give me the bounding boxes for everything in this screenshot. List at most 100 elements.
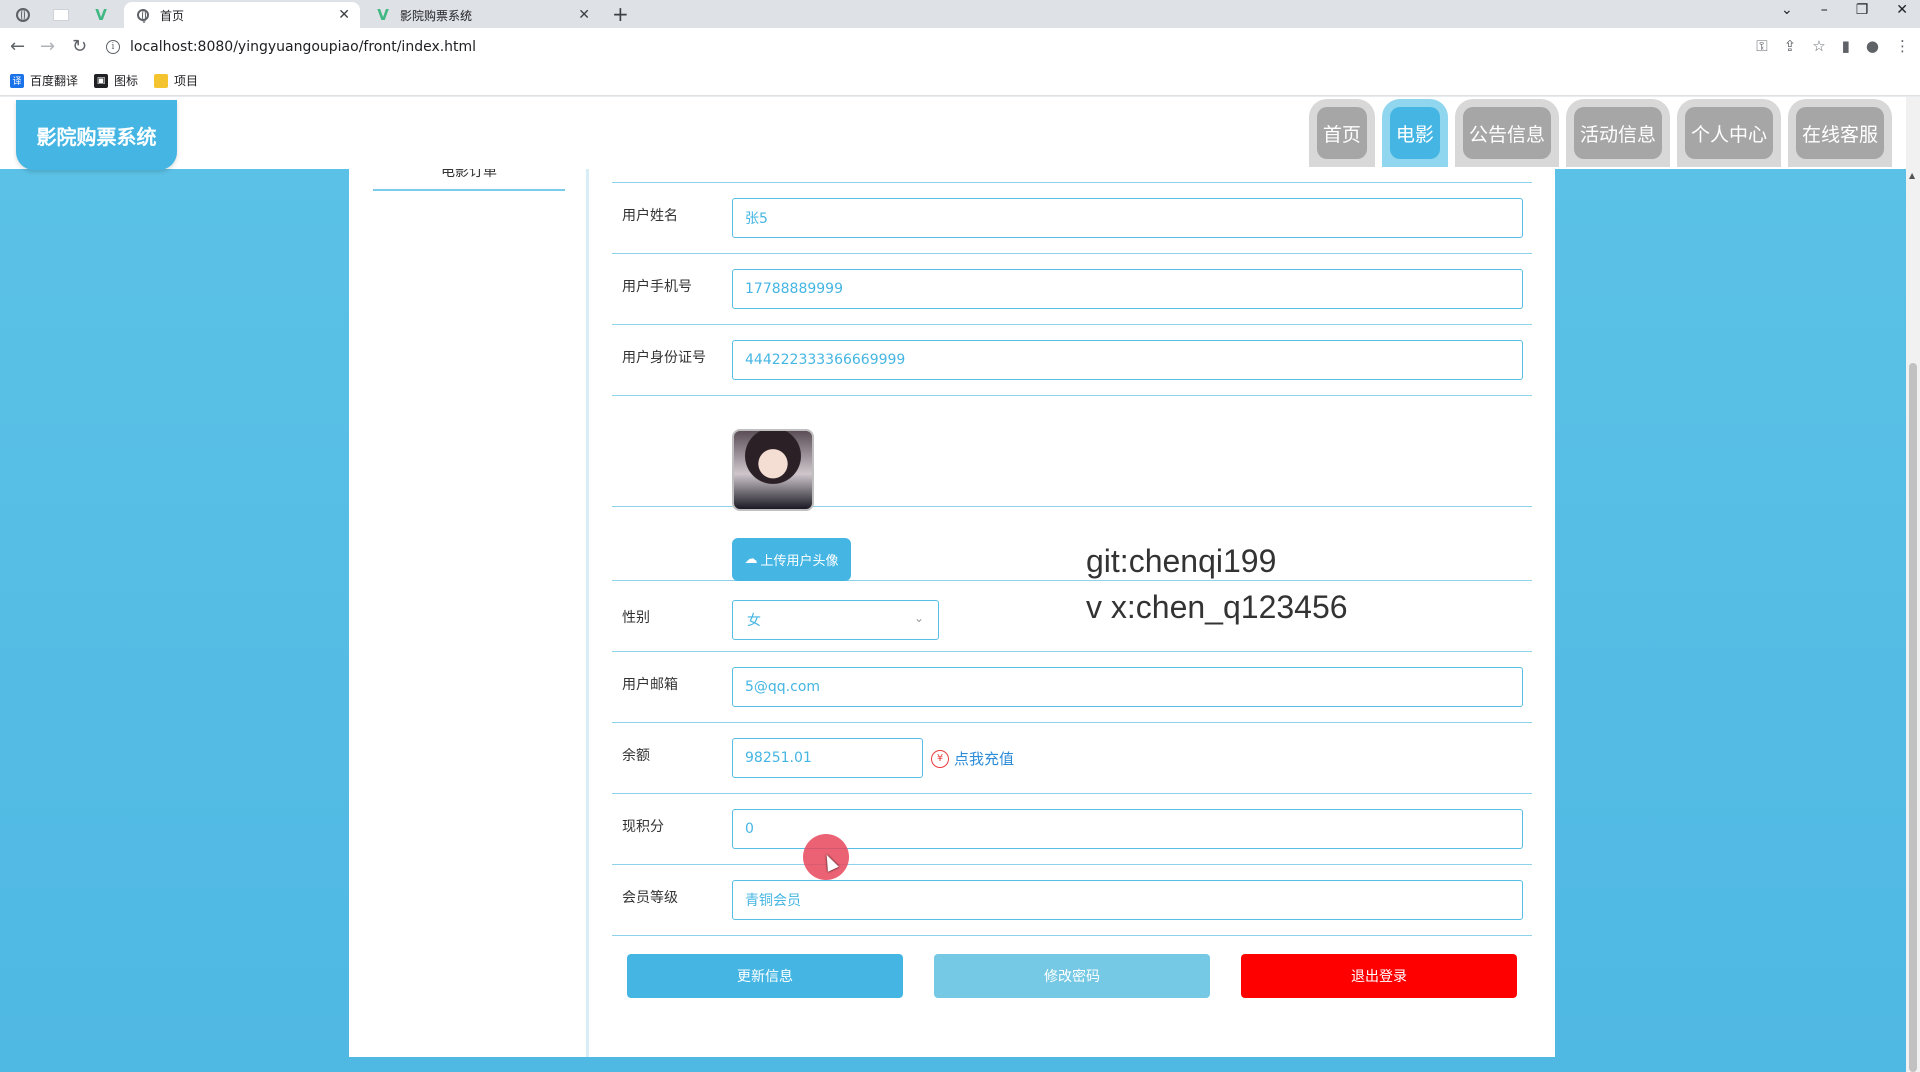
upload-avatar-button[interactable]: ☁ 上传用户头像 <box>732 538 851 581</box>
phone-field[interactable]: 17788889999 <box>732 269 1523 309</box>
idcard-label: 用户身份证号 <box>622 350 706 366</box>
site-logo[interactable]: 影院购票系统 <box>16 100 177 170</box>
reload-icon[interactable]: ↻ <box>72 36 87 57</box>
logout-button[interactable]: 退出登录 <box>1241 954 1517 998</box>
scroll-up-icon[interactable]: ▲ <box>1909 171 1915 180</box>
address-bar[interactable]: i localhost:8080/yingyuangoupiao/front/i… <box>106 33 1706 61</box>
phone-label: 用户手机号 <box>622 279 692 295</box>
restore-icon[interactable]: ❐ <box>1856 2 1869 18</box>
upload-label: 上传用户头像 <box>760 554 839 569</box>
new-tab-button[interactable]: + <box>612 2 629 26</box>
key-icon[interactable]: ⚿ <box>1756 37 1767 55</box>
profile-icon[interactable]: ● <box>1866 37 1879 55</box>
tab-search-icon[interactable]: ⌄ <box>1781 2 1793 18</box>
nav-home[interactable]: 首页 <box>1308 99 1375 167</box>
nav-online-service[interactable]: 在线客服 <box>1787 99 1892 167</box>
pinned-tab-vue[interactable]: V <box>88 4 114 26</box>
name-label: 用户姓名 <box>622 208 678 224</box>
bookmarks-bar: 译 百度翻译 ▣ 图标 项目 <box>0 66 1920 96</box>
globe-icon <box>136 8 150 23</box>
side-menu: 电影订单 <box>349 164 589 1057</box>
url-text: localhost:8080/yingyuangoupiao/front/ind… <box>130 39 477 55</box>
recharge-label: 点我充值 <box>954 750 1015 768</box>
star-icon[interactable]: ☆ <box>1812 37 1825 55</box>
watermark-line-1: git:chenqi199 <box>1086 543 1277 579</box>
pinned-tab-globe[interactable] <box>10 4 36 26</box>
watermark-text: git:chenqi199 v x:chen_q123456 <box>1086 538 1348 630</box>
close-tab-icon[interactable]: ✕ <box>338 7 350 23</box>
bookmark-label: 百度翻译 <box>30 74 79 88</box>
nav-label: 活动信息 <box>1573 107 1662 159</box>
nav-activities[interactable]: 活动信息 <box>1565 99 1670 167</box>
nav-label: 电影 <box>1389 107 1440 159</box>
change-password-button[interactable]: 修改密码 <box>934 954 1210 998</box>
nav-announcements[interactable]: 公告信息 <box>1454 99 1559 167</box>
info-icon[interactable]: i <box>106 40 120 54</box>
menu-icon[interactable]: ⋮ <box>1895 37 1910 55</box>
browser-toolbar: ← → ↻ i localhost:8080/yingyuangoupiao/f… <box>0 28 1920 66</box>
blank-page-icon <box>53 9 69 21</box>
side-panel-icon[interactable]: ▮ <box>1842 37 1850 55</box>
bookmark-project[interactable]: 项目 <box>154 72 198 89</box>
gender-value: 女 <box>747 613 761 629</box>
email-field[interactable]: 5@qq.com <box>732 667 1523 707</box>
gender-label: 性别 <box>622 610 650 626</box>
nav-label: 公告信息 <box>1462 107 1551 159</box>
bookmark-baidu-translate[interactable]: 译 百度翻译 <box>10 72 78 89</box>
image-icon: ▣ <box>94 73 109 88</box>
pinned-tab-blank[interactable] <box>48 4 74 26</box>
form-row-name: 用户姓名 张5 <box>612 183 1532 254</box>
nav-personal-center[interactable]: 个人中心 <box>1676 99 1781 167</box>
scrollbar-thumb[interactable] <box>1909 363 1917 1072</box>
nav-label: 个人中心 <box>1684 107 1773 159</box>
name-field[interactable]: 张5 <box>732 198 1523 238</box>
gender-select[interactable]: 女 ⌄ <box>732 600 939 640</box>
vue-logo-icon: V <box>377 6 389 24</box>
recharge-link[interactable]: ¥ 点我充值 <box>931 748 1014 769</box>
window-controls: ⌄ – ❐ ✕ <box>1781 2 1908 18</box>
nav-movies[interactable]: 电影 <box>1381 99 1448 167</box>
points-field[interactable]: 0 <box>732 809 1523 849</box>
idcard-field[interactable]: 444222333366669999 <box>732 340 1523 380</box>
form-row-idcard: 用户身份证号 444222333366669999 <box>612 325 1532 396</box>
nav-label: 在线客服 <box>1795 107 1884 159</box>
level-label: 会员等级 <box>622 890 678 906</box>
level-field[interactable]: 青铜会员 <box>732 880 1523 920</box>
minimize-icon[interactable]: – <box>1821 2 1828 18</box>
points-label: 现积分 <box>622 819 664 835</box>
yen-icon: ¥ <box>931 749 949 768</box>
balance-field[interactable]: 98251.01 <box>732 738 923 778</box>
site-header: 影院购票系统 首页 电影 公告信息 活动信息 个人中心 在线客服 <box>0 97 1906 170</box>
nav-label: 首页 <box>1316 107 1367 159</box>
globe-icon <box>16 8 30 22</box>
chevron-down-icon: ⌄ <box>913 611 924 625</box>
balance-label: 余额 <box>622 748 650 764</box>
bookmark-icons[interactable]: ▣ 图标 <box>94 72 138 89</box>
share-icon[interactable]: ⇪ <box>1784 37 1797 55</box>
page-viewport: 电影订单 用户姓名 张5 用户手机号 17788889999 用户身份证号 44… <box>0 97 1906 1072</box>
toolbar-icons: ⚿ ⇪ ☆ ▮ ● ⋮ <box>1756 37 1910 55</box>
page-scrollbar[interactable]: ▲ <box>1906 97 1920 1072</box>
user-avatar <box>732 429 814 511</box>
browser-tabstrip: V 首页 ✕ V 影院购票系统 ✕ + ⌄ – ❐ ✕ <box>0 0 1920 28</box>
bookmark-label: 项目 <box>174 74 199 88</box>
profile-card: 电影订单 用户姓名 张5 用户手机号 17788889999 用户身份证号 44… <box>349 129 1555 1057</box>
vue-logo-icon: V <box>95 6 107 24</box>
close-window-icon[interactable]: ✕ <box>1896 2 1908 18</box>
close-tab-icon[interactable]: ✕ <box>578 7 590 23</box>
email-label: 用户邮箱 <box>622 677 678 693</box>
update-info-button[interactable]: 更新信息 <box>627 954 903 998</box>
tab-home[interactable]: 首页 ✕ <box>124 2 360 28</box>
tab-title: 影院购票系统 <box>400 8 473 23</box>
main-nav: 首页 电影 公告信息 活动信息 个人中心 在线客服 <box>1308 99 1892 167</box>
forward-icon[interactable]: → <box>40 36 55 57</box>
folder-icon <box>154 73 169 88</box>
form-row-points: 现积分 0 <box>612 794 1532 865</box>
form-row-phone: 用户手机号 17788889999 <box>612 254 1532 325</box>
bookmark-label: 图标 <box>114 74 139 88</box>
tab-cinema[interactable]: V 影院购票系统 ✕ <box>364 2 600 28</box>
cloud-upload-icon: ☁ <box>744 552 758 567</box>
form-row-level: 会员等级 青铜会员 <box>612 865 1532 936</box>
form-row-email: 用户邮箱 5@qq.com <box>612 652 1532 723</box>
back-icon[interactable]: ← <box>10 36 25 57</box>
